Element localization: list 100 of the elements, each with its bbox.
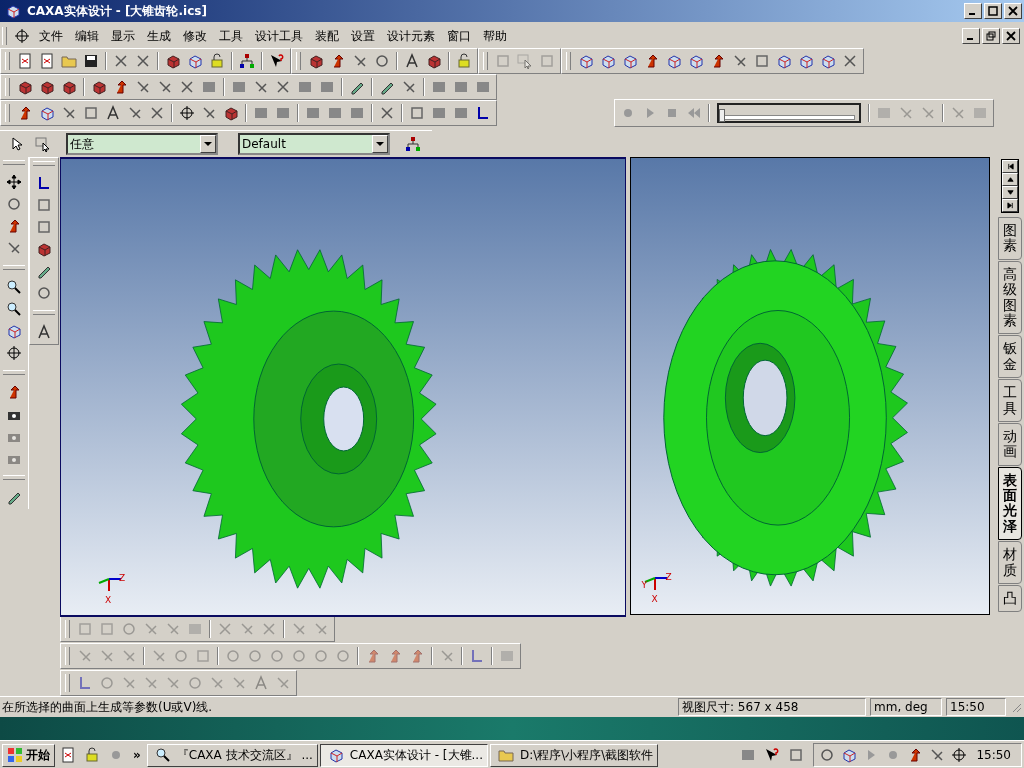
menu-item[interactable]: 设计元素 [381, 27, 441, 45]
dropdown-field[interactable]: 任意 [66, 133, 218, 155]
cross-icon[interactable] [179, 79, 195, 95]
cube-icon[interactable] [187, 53, 203, 69]
line-icon[interactable] [253, 79, 269, 95]
minimize-button[interactable] [964, 3, 982, 19]
scroll-first-button[interactable] [1002, 160, 1018, 173]
page-icon[interactable] [39, 53, 55, 69]
menu-item[interactable]: 帮助 [477, 27, 513, 45]
square-icon[interactable] [754, 53, 770, 69]
start-button[interactable]: 开始 [2, 743, 55, 767]
box-icon[interactable] [61, 79, 77, 95]
dropdown-field[interactable]: Default [238, 133, 390, 155]
menu-item[interactable]: 设计工具 [249, 27, 309, 45]
maximize-button[interactable] [984, 3, 1002, 19]
cube-icon[interactable] [688, 53, 704, 69]
cube-icon[interactable] [798, 53, 814, 69]
square-icon[interactable] [36, 219, 52, 235]
line-icon[interactable] [135, 79, 151, 95]
box-icon[interactable] [17, 79, 33, 95]
cube-icon[interactable] [600, 53, 616, 69]
caret-icon[interactable] [376, 140, 384, 148]
select-box-icon[interactable] [35, 136, 51, 152]
animation-slider[interactable] [717, 103, 861, 123]
menu-item[interactable]: 工具 [213, 27, 249, 45]
taskbar-button[interactable]: 『CAXA 技术交流区』 ... [146, 743, 318, 767]
cross-icon[interactable] [149, 105, 165, 121]
circle-icon[interactable] [6, 196, 22, 212]
menu-item[interactable]: 编辑 [69, 27, 105, 45]
scroll-down-button[interactable] [1002, 186, 1018, 199]
menu-item[interactable]: 生成 [141, 27, 177, 45]
letter-a-icon[interactable] [105, 105, 121, 121]
menu-item[interactable]: 设置 [345, 27, 381, 45]
side-tab[interactable]: 材质 [998, 541, 1022, 585]
box-icon[interactable] [426, 53, 442, 69]
close-icon[interactable] [1008, 6, 1018, 16]
cube-icon[interactable] [841, 747, 858, 763]
crosshair-icon[interactable] [6, 345, 22, 361]
cube-icon[interactable] [820, 53, 836, 69]
line-icon[interactable] [732, 53, 748, 69]
menu-item[interactable]: 窗口 [441, 27, 477, 45]
side-tab[interactable]: 表面光泽 [998, 466, 1022, 541]
box-icon[interactable] [91, 79, 107, 95]
taskbar-button[interactable]: D:\程序\小程序\截图软件 [489, 743, 659, 767]
cube-icon[interactable] [578, 53, 594, 69]
cross-icon[interactable] [113, 53, 129, 69]
tree-icon[interactable] [239, 53, 255, 69]
line-icon[interactable] [401, 79, 417, 95]
crosshair-icon[interactable] [179, 105, 195, 121]
line-icon[interactable] [157, 79, 173, 95]
letter-a-icon[interactable] [404, 53, 420, 69]
restore-icon[interactable] [986, 31, 996, 41]
side-tab[interactable]: 图素 [998, 217, 1022, 260]
box-icon[interactable] [39, 79, 55, 95]
up-icon[interactable] [1006, 176, 1014, 183]
line-icon[interactable] [6, 240, 22, 256]
help-icon[interactable] [764, 747, 781, 763]
cube-icon[interactable] [39, 105, 55, 121]
line-icon[interactable] [127, 105, 143, 121]
resize-grip-icon[interactable] [1010, 701, 1022, 713]
cube-icon[interactable] [6, 323, 22, 339]
cube-icon[interactable] [666, 53, 682, 69]
side-tab[interactable]: 动画 [998, 422, 1022, 466]
move-icon[interactable] [6, 174, 22, 190]
folder-icon[interactable] [61, 53, 77, 69]
line-icon[interactable] [201, 105, 217, 121]
side-tab[interactable]: 钣金 [998, 335, 1022, 379]
cross-icon[interactable] [135, 53, 151, 69]
cross-icon[interactable] [842, 53, 858, 69]
first-icon[interactable] [1006, 163, 1014, 170]
slider-thumb[interactable] [719, 109, 725, 122]
circle-icon[interactable] [374, 53, 390, 69]
more-button[interactable]: » [129, 748, 145, 762]
lock-icon[interactable] [209, 53, 225, 69]
cross-icon[interactable] [275, 79, 291, 95]
cube-icon[interactable] [776, 53, 792, 69]
box-icon[interactable] [223, 105, 239, 121]
corner-icon[interactable] [475, 105, 491, 121]
close-button[interactable] [1004, 3, 1022, 19]
pointer-icon[interactable] [9, 136, 25, 152]
side-tab[interactable]: 凸 [998, 585, 1022, 613]
menu-item[interactable]: 修改 [177, 27, 213, 45]
tree-icon[interactable] [405, 136, 421, 152]
menu-item[interactable]: 文件 [33, 27, 69, 45]
taskbar-button[interactable]: CAXA实体设计 - [大锥... [319, 743, 488, 767]
circle-icon[interactable] [36, 285, 52, 301]
zoom-icon[interactable] [6, 279, 22, 295]
scroll-up-button[interactable] [1002, 173, 1018, 186]
square-icon[interactable] [83, 105, 99, 121]
scroll-last-button[interactable] [1002, 199, 1018, 212]
help-icon[interactable] [269, 53, 285, 69]
line-icon[interactable] [61, 105, 77, 121]
line-icon[interactable] [352, 53, 368, 69]
cube-icon[interactable] [622, 53, 638, 69]
zoom-icon[interactable] [6, 301, 22, 317]
viewport[interactable]: Z X [60, 157, 627, 617]
maximize-icon[interactable] [988, 6, 998, 16]
last-icon[interactable] [1006, 202, 1014, 209]
square-icon[interactable] [36, 197, 52, 213]
close-icon[interactable] [1006, 31, 1016, 41]
